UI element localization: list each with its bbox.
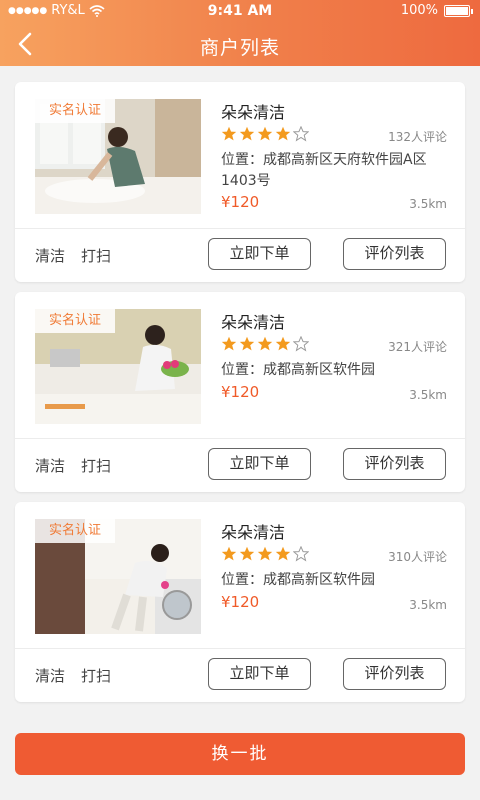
- battery-icon: [444, 4, 473, 17]
- card-divider: [15, 228, 465, 229]
- verified-badge: 实名认证: [35, 519, 115, 543]
- merchant-price: ¥120: [221, 593, 260, 611]
- review-list-button[interactable]: 评价列表: [343, 658, 446, 690]
- review-count: 321人评论: [388, 340, 447, 354]
- battery-percent: 100%: [400, 3, 438, 18]
- review-list-button[interactable]: 评价列表: [343, 238, 446, 270]
- card-divider: [15, 648, 465, 649]
- app-header: ●●●●● RY&L 9:41 AM 100% 商户列表: [0, 0, 480, 66]
- star-filled-icon: [221, 546, 237, 561]
- rating-stars: [221, 546, 309, 562]
- star-empty-icon: [293, 126, 309, 142]
- merchant-address: 位置：成都高新区软件园: [221, 572, 375, 588]
- star-empty-icon: [293, 546, 309, 562]
- merchant-name: 朵朵清洁: [221, 523, 286, 542]
- star-filled-icon: [275, 336, 291, 351]
- star-filled-icon: [221, 336, 237, 351]
- star-filled-icon: [275, 546, 291, 561]
- order-now-button[interactable]: 立即下单: [208, 238, 311, 270]
- service-tag: 打扫: [81, 247, 112, 265]
- star-filled-icon: [221, 126, 237, 141]
- service-tag: 清洁: [35, 667, 66, 685]
- service-tags: 清洁 打扫: [35, 665, 111, 686]
- star-filled-icon: [239, 126, 255, 141]
- merchant-card[interactable]: 实名认证 朵朵清洁 132人评论 位置：成都高新区天府软件园A区1403号 ¥1…: [15, 82, 465, 282]
- service-tag: 打扫: [81, 667, 112, 685]
- order-now-button[interactable]: 立即下单: [208, 448, 311, 480]
- star-filled-icon: [257, 336, 273, 351]
- star-filled-icon: [257, 126, 273, 141]
- merchant-card[interactable]: 实名认证 朵朵清洁 321人评论 位置：成都高新区软件园 ¥120 3.5km …: [15, 292, 465, 492]
- page-title: 商户列表: [199, 37, 280, 59]
- rating-stars: [221, 336, 309, 352]
- merchant-card[interactable]: 实名认证 朵朵清洁 310人评论 位置：成都高新区软件园 ¥120 3.5km …: [15, 502, 465, 702]
- star-filled-icon: [257, 546, 273, 561]
- review-list-button[interactable]: 评价列表: [343, 448, 446, 480]
- merchant-distance: 3.5km: [409, 388, 447, 402]
- service-tag: 清洁: [35, 457, 66, 475]
- service-tag: 清洁: [35, 247, 66, 265]
- review-count: 310人评论: [388, 550, 447, 564]
- merchant-address: 位置：成都高新区天府软件园A区1403号: [221, 152, 427, 189]
- order-now-button[interactable]: 立即下单: [208, 658, 311, 690]
- service-tag: 打扫: [81, 457, 112, 475]
- status-bar: ●●●●● RY&L 9:41 AM 100%: [0, 0, 480, 22]
- merchant-price: ¥120: [221, 383, 260, 401]
- merchant-price: ¥120: [221, 193, 260, 211]
- merchant-address: 位置：成都高新区软件园: [221, 362, 375, 378]
- verified-badge: 实名认证: [35, 99, 115, 123]
- merchant-name: 朵朵清洁: [221, 103, 286, 122]
- merchant-distance: 3.5km: [409, 598, 447, 612]
- star-filled-icon: [239, 336, 255, 351]
- star-filled-icon: [239, 546, 255, 561]
- star-filled-icon: [275, 126, 291, 141]
- star-empty-icon: [293, 336, 309, 352]
- service-tags: 清洁 打扫: [35, 245, 111, 266]
- verified-badge: 实名认证: [35, 309, 115, 333]
- service-tags: 清洁 打扫: [35, 455, 111, 476]
- rating-stars: [221, 126, 309, 142]
- merchant-distance: 3.5km: [409, 197, 447, 211]
- merchant-name: 朵朵清洁: [221, 313, 286, 332]
- card-divider: [15, 438, 465, 439]
- refresh-batch-button[interactable]: 换一批: [15, 733, 465, 775]
- review-count: 132人评论: [388, 130, 447, 144]
